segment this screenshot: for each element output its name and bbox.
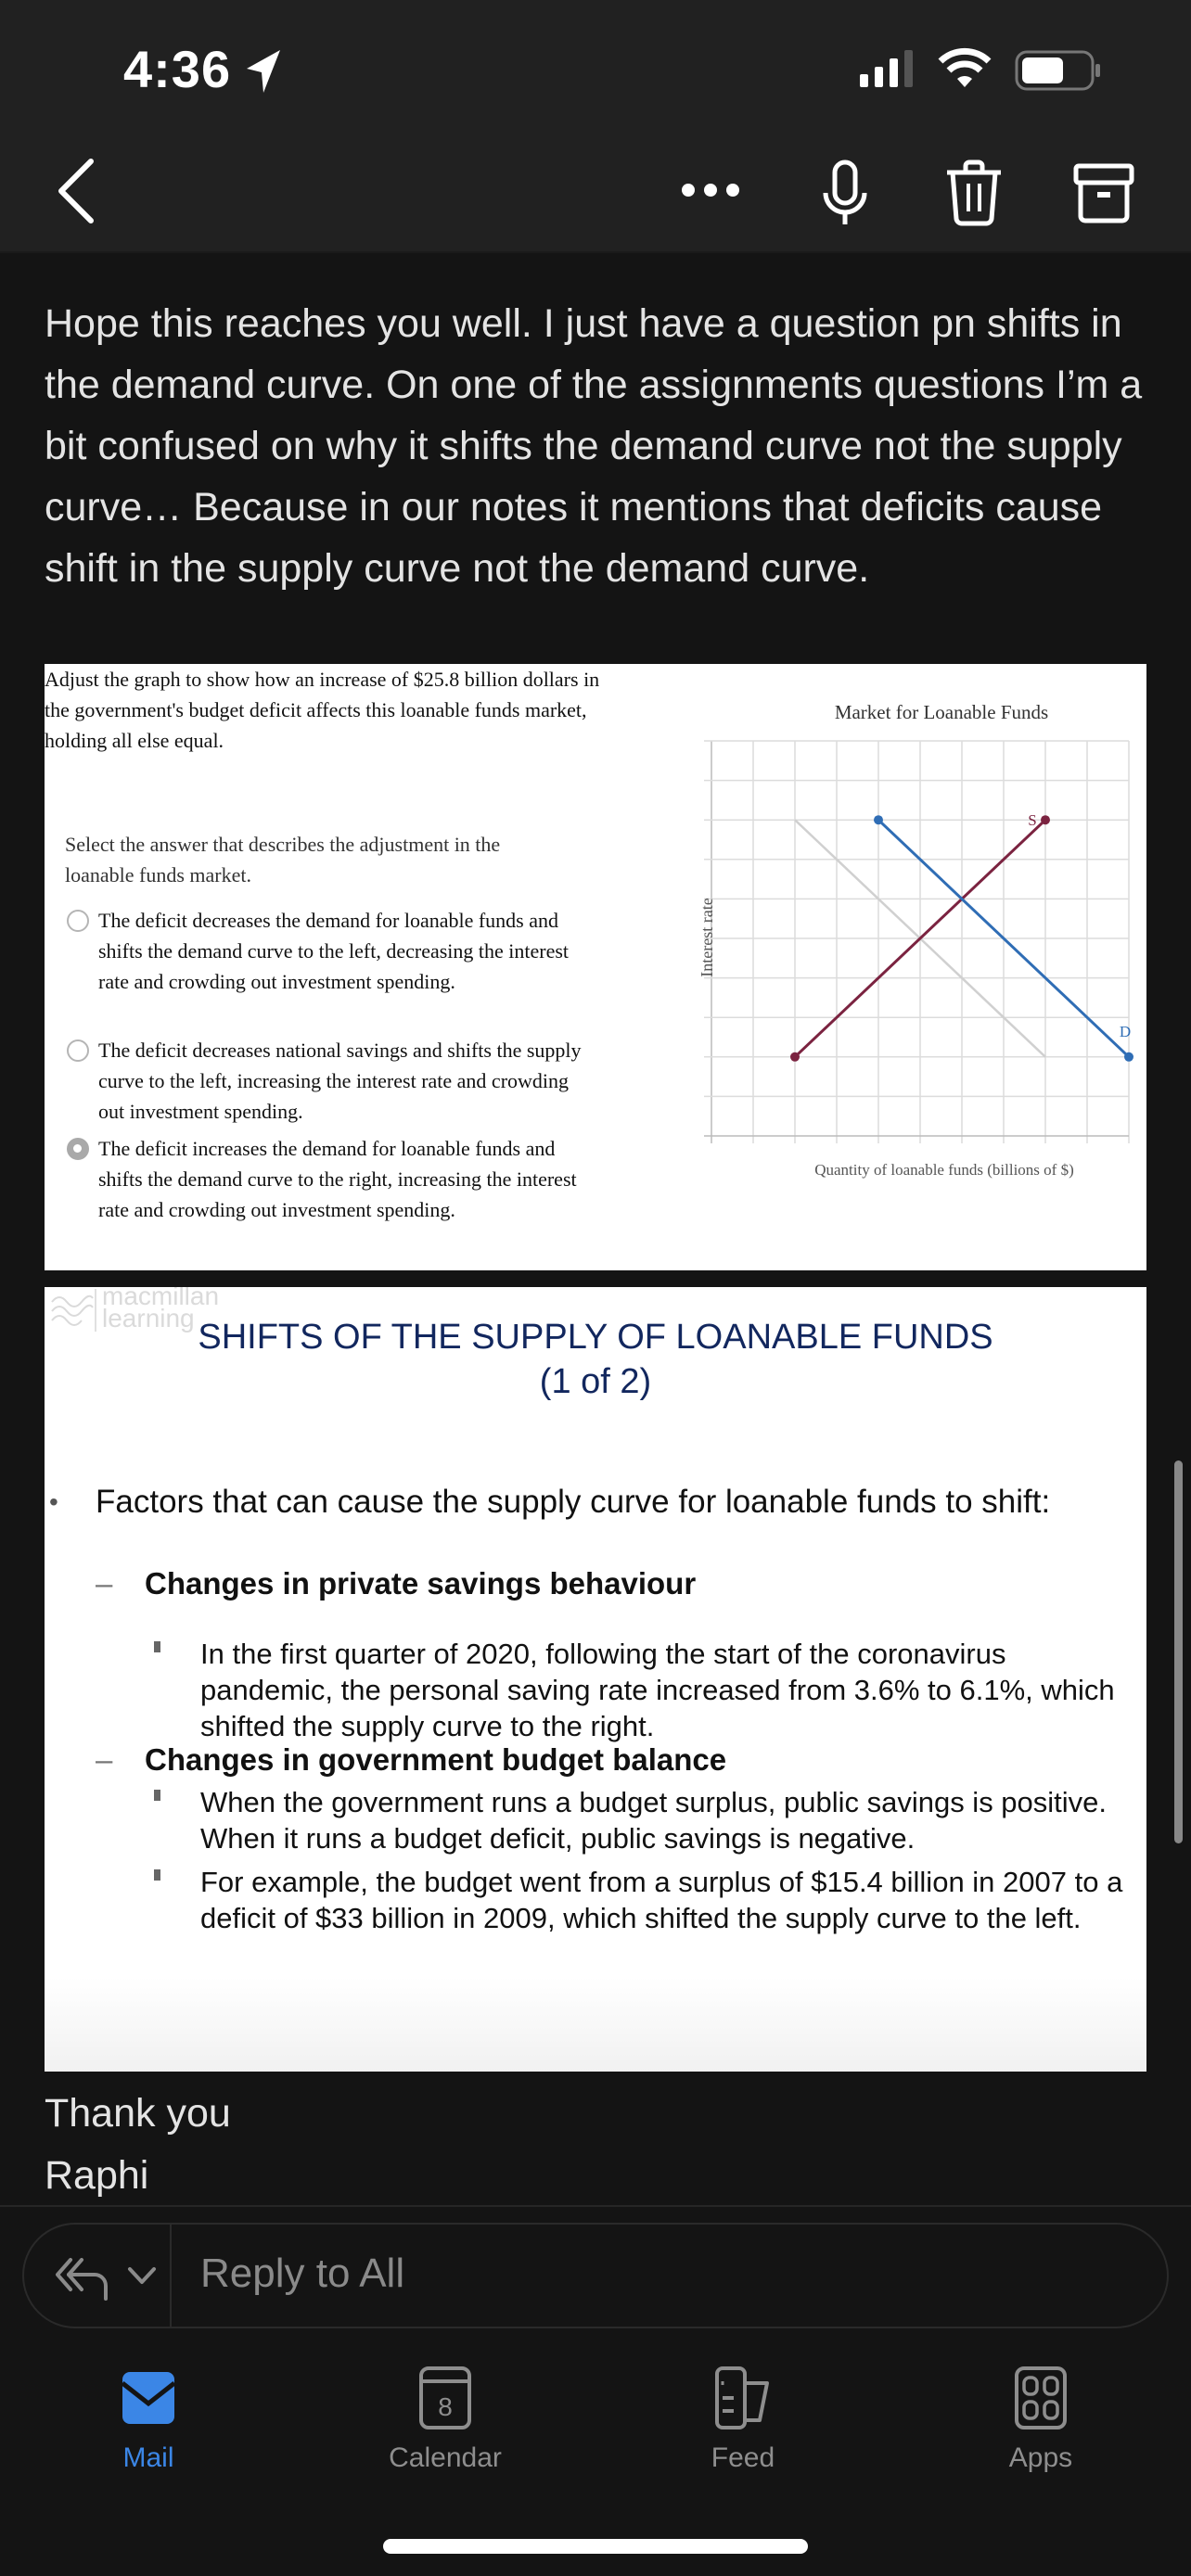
answer-option[interactable]: The deficit decreases national savings a…: [65, 1035, 584, 1127]
loanable-funds-chart[interactable]: Market for Loanable Funds Interest rate …: [638, 664, 1146, 1270]
dictate-button[interactable]: [816, 159, 874, 226]
slide-sub-point: When the government runs a budget surplu…: [154, 1784, 1128, 1856]
radio-button[interactable]: [67, 910, 89, 932]
answer-option-text: The deficit decreases national savings a…: [98, 1039, 582, 1123]
supply-label: S: [1028, 811, 1036, 829]
archive-button[interactable]: [1071, 162, 1136, 223]
home-indicator[interactable]: [383, 2539, 808, 2554]
tab-apps[interactable]: Apps: [948, 2365, 1133, 2504]
more-icon: [682, 184, 739, 197]
cellular-signal-icon: [860, 50, 913, 87]
slide-title: SHIFTS OF THE SUPPLY OF LOANABLE FUNDS (…: [198, 1318, 993, 1401]
question-instruction: Select the answer that describes the adj…: [65, 833, 501, 886]
slide-sub-heading: – Changes in private savings behaviour: [96, 1566, 697, 1600]
status-time: 4:36: [123, 40, 232, 98]
email-body-text: Hope this reaches you well. I just have …: [45, 301, 1143, 591]
answer-option[interactable]: The deficit decreases the demand for loa…: [65, 905, 584, 997]
supply-endpoint: [790, 1052, 800, 1062]
tab-calendar[interactable]: 8 Calendar: [352, 2365, 538, 2504]
lecture-slide-screenshot: macmillan learning SHIFTS OF THE SUPPLY O…: [45, 1287, 1146, 2072]
bullet-dot-icon: •: [49, 1487, 58, 1516]
answer-option-text: The deficit increases the demand for loa…: [98, 1137, 577, 1221]
demand-endpoint: [874, 815, 883, 825]
divider: [0, 2205, 1191, 2207]
email-closing: Thank you: [45, 2091, 231, 2136]
wifi-icon: [938, 47, 992, 87]
square-bullet-icon: [154, 1641, 160, 1652]
reply-separator: [170, 2225, 172, 2327]
tab-mail[interactable]: Mail: [56, 2365, 241, 2504]
chevron-down-icon[interactable]: [124, 2262, 160, 2289]
archive-icon: [1073, 163, 1134, 223]
battery-icon: [1015, 50, 1100, 91]
demand-endpoint: [1124, 1052, 1133, 1062]
square-bullet-icon: [154, 1790, 160, 1801]
chart-title: Market for Loanable Funds: [835, 701, 1048, 723]
scrollbar[interactable]: [1174, 1460, 1183, 1843]
header: 4:36: [0, 0, 1191, 253]
slide-sub-heading: – Changes in government budget balance: [96, 1742, 727, 1777]
slide-sub-point: In the first quarter of 2020, following …: [154, 1636, 1128, 1744]
back-button[interactable]: [54, 158, 100, 224]
delete-button[interactable]: [941, 159, 1006, 226]
calendar-icon: 8: [419, 2366, 471, 2429]
supply-endpoint: [1041, 815, 1050, 825]
trash-icon: [947, 159, 1001, 226]
radio-button-selected[interactable]: [67, 1138, 89, 1160]
square-bullet-icon: [154, 1869, 160, 1881]
mail-icon: [121, 2372, 176, 2424]
tab-feed[interactable]: Feed: [650, 2365, 836, 2504]
question-prompt: Adjust the graph to show how an increase…: [45, 668, 600, 752]
reply-all-icon[interactable]: [54, 2252, 111, 2301]
slide-bullet: • Factors that can cause the supply curv…: [49, 1484, 1051, 1520]
reply-bar[interactable]: Reply to All: [22, 2223, 1169, 2328]
answer-option-text: The deficit decreases the demand for loa…: [98, 909, 570, 993]
calendar-date: 8: [438, 2392, 453, 2421]
feed-icon: [715, 2366, 769, 2429]
email-signature: Raphi: [45, 2153, 149, 2198]
reply-to-all-button[interactable]: Reply to All: [200, 2251, 404, 2297]
answer-option-selected[interactable]: The deficit increases the demand for loa…: [65, 1133, 584, 1225]
x-axis-label: Quantity of loanable funds (billions of …: [814, 1161, 1074, 1179]
radio-button[interactable]: [67, 1039, 89, 1062]
microphone-icon: [823, 159, 867, 224]
demand-label: D: [1120, 1023, 1131, 1040]
slide-sub-point: For example, the budget went from a surp…: [154, 1864, 1128, 1936]
chevron-left-icon: [58, 159, 94, 223]
y-axis-label: Interest rate: [698, 898, 716, 976]
location-arrow-icon: [247, 50, 280, 93]
question-screenshot: Adjust the graph to show how an increase…: [45, 664, 1146, 1270]
apps-icon: [1015, 2366, 1067, 2429]
more-button[interactable]: [677, 172, 744, 209]
